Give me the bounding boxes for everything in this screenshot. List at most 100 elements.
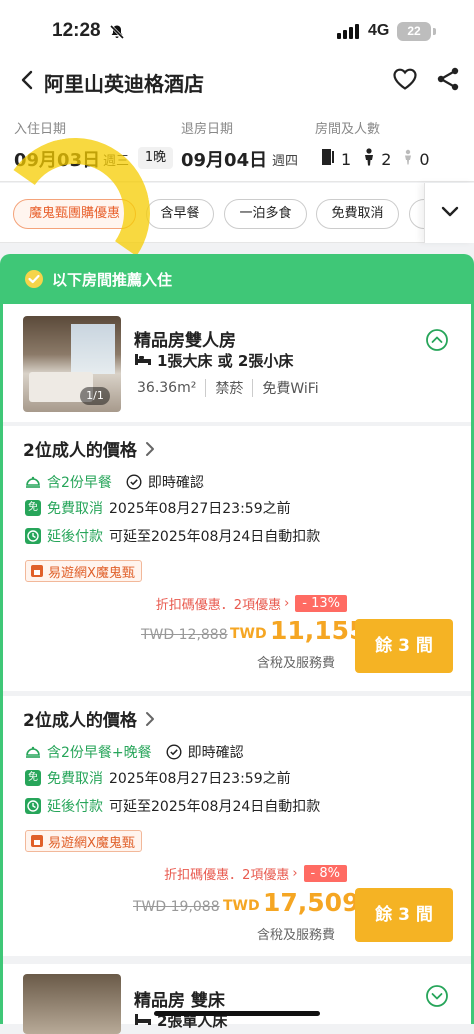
child-icon: [402, 149, 414, 169]
offer-pay-row: 延後付款 可延至2025年08月24日自動扣款: [25, 796, 320, 816]
filter-chip-breakfast[interactable]: 含早餐: [146, 199, 214, 229]
chevron-down-icon: [441, 206, 459, 217]
promo-badge: 易遊網X魔鬼甄: [25, 560, 142, 582]
feature-divider: [252, 379, 254, 397]
battery-cap: [433, 28, 436, 35]
offer-title-text: 2位成人的價格: [23, 711, 137, 731]
room-name: 精品房雙人房: [134, 331, 236, 351]
price-currency: TWD: [230, 626, 267, 642]
nights-badge: 1晚: [138, 147, 173, 169]
room-name: 精品房 雙床: [134, 991, 225, 1011]
network-type: 4G: [368, 22, 390, 39]
room-beds-text: 1張大床 或 2張小床: [157, 352, 294, 370]
check-circle-icon: [126, 474, 142, 490]
checkout-date[interactable]: 09月04日: [181, 146, 267, 172]
discount-info[interactable]: 折扣碼優惠．2項優惠 › - 13%: [156, 594, 347, 613]
original-price: TWD 19,088: [133, 899, 220, 915]
recommend-text: 以下房間推薦入住: [52, 271, 173, 289]
offer-cancel-label: 免費取消: [47, 771, 103, 787]
promo-text: 易遊網X魔鬼甄: [48, 835, 135, 851]
checkout-weekday: 週四: [272, 154, 299, 169]
book-button[interactable]: 餘 3 間: [355, 888, 453, 942]
tax-note: 含稅及服務費: [257, 656, 336, 671]
offer-pay-label: 延後付款: [47, 529, 103, 545]
clock-icon: [25, 798, 41, 814]
room-photo[interactable]: 1/1: [23, 316, 121, 412]
recommend-banner: 以下房間推薦入住: [0, 254, 474, 304]
date-selector[interactable]: 入住日期 09月03日 週三 1晚 退房日期 09月04日 週四 房間及人數 1…: [0, 108, 474, 182]
photo-counter: 1/1: [80, 387, 110, 405]
feature-divider: [205, 379, 207, 397]
meal-cloche-icon: [26, 476, 40, 488]
room-smoking: 禁菸: [215, 381, 244, 397]
room-wifi: 免費WiFi: [262, 381, 319, 397]
offer-cancel-text: 2025年08月27日23:59之前: [109, 771, 291, 787]
room-size: 36.36m²: [137, 380, 197, 396]
silent-bell-icon: [109, 24, 125, 44]
back-icon[interactable]: [18, 68, 36, 96]
offer-card[interactable]: 2位成人的價格 含2份早餐 即時確認 免 免費取消 2025年08月27日23:…: [3, 426, 471, 691]
check-circle-icon: [24, 269, 44, 293]
store-icon: [31, 835, 43, 847]
offer-title[interactable]: 2位成人的價格: [23, 436, 155, 461]
guests-label: 房間及人數: [315, 122, 381, 137]
door-icon: [320, 148, 336, 170]
free-badge-icon: 免: [25, 500, 41, 516]
promo-text: 易遊網X魔鬼甄: [48, 565, 135, 581]
discount-info[interactable]: 折扣碼優惠．2項優惠 › - 8%: [164, 864, 347, 883]
offer-title-text: 2位成人的價格: [23, 441, 137, 461]
offer-pay-text: 可延至2025年08月24日自動扣款: [109, 529, 321, 545]
filter-chip-group-deal[interactable]: 魔鬼甄團購優惠: [13, 199, 136, 229]
offer-instant: 即時確認: [147, 475, 204, 491]
favorite-heart-icon[interactable]: [392, 67, 418, 95]
room-beds: 1張大床 或 2張小床: [134, 350, 293, 371]
bed-icon: [134, 352, 152, 370]
filter-expand-button[interactable]: [424, 183, 474, 243]
signal-icon: [337, 24, 359, 39]
adults-count: 2: [381, 149, 392, 169]
free-badge-icon: 免: [25, 770, 41, 786]
battery-icon: 22: [397, 22, 431, 41]
guests-summary[interactable]: 1 2 0: [320, 148, 430, 170]
room-photo-window: [71, 324, 115, 374]
price-value: 11,155: [270, 616, 367, 645]
discount-tag: - 8%: [303, 865, 347, 882]
bed-icon: [134, 1012, 152, 1030]
hotel-title: 阿里山英迪格酒店: [44, 72, 204, 96]
offer-meal-row: 含2份早餐 即時確認: [25, 472, 204, 492]
adult-icon: [362, 148, 376, 170]
discount-tag: - 13%: [295, 595, 347, 612]
room-features: 36.36m² 禁菸 免費WiFi: [137, 378, 319, 398]
check-circle-icon: [166, 744, 182, 760]
expand-chevron-down-icon[interactable]: [425, 984, 449, 1012]
share-icon[interactable]: [436, 66, 460, 96]
status-bar: 12:28 4G 22: [0, 0, 474, 60]
meal-cloche-icon: [26, 746, 40, 758]
tax-note: 含稅及服務費: [257, 928, 336, 943]
offer-pay-label: 延後付款: [47, 799, 103, 815]
offer-cancel-row: 免 免費取消 2025年08月27日23:59之前: [25, 768, 291, 788]
offer-cancel-text: 2025年08月27日23:59之前: [109, 501, 291, 517]
offer-cancel-label: 免費取消: [47, 501, 103, 517]
offer-meal: 含2份早餐: [47, 475, 112, 491]
offer-pay-row: 延後付款 可延至2025年08月24日自動扣款: [25, 526, 320, 546]
offer-instant: 即時確認: [187, 745, 244, 761]
price-currency: TWD: [223, 898, 260, 914]
room-photo[interactable]: [23, 974, 121, 1034]
chevron-right-icon: [145, 711, 154, 726]
children-count: 0: [419, 149, 430, 169]
offer-title[interactable]: 2位成人的價格: [23, 706, 155, 731]
filter-chip-free-cancel[interactable]: 免費取消: [316, 199, 399, 229]
status-time: 12:28: [52, 20, 101, 41]
offer-meal-row: 含2份早餐+晚餐 即時確認: [25, 742, 244, 762]
filter-chip-multi-meal[interactable]: 一泊多食: [224, 199, 307, 229]
original-price: TWD 12,888: [141, 627, 228, 643]
room-card[interactable]: 1/1 精品房雙人房 1張大床 或 2張小床 36.36m² 禁菸 免費WiFi: [3, 304, 471, 422]
offer-card[interactable]: 2位成人的價格 含2份早餐+晚餐 即時確認 免 免費取消 2025年08月27日…: [3, 696, 471, 956]
checkin-date[interactable]: 09月03日: [14, 146, 100, 172]
book-button[interactable]: 餘 3 間: [355, 619, 453, 673]
discount-text: 折扣碼優惠．2項優惠: [155, 598, 282, 613]
collapse-chevron-up-icon[interactable]: [425, 328, 449, 356]
offer-meal: 含2份早餐+晚餐: [47, 745, 152, 761]
hotel-header: 阿里山英迪格酒店: [0, 60, 474, 108]
